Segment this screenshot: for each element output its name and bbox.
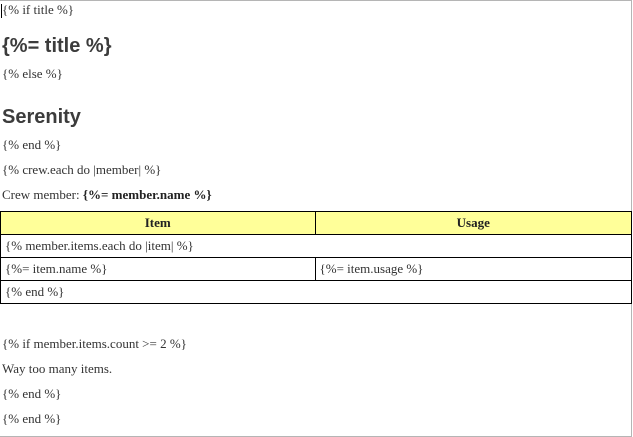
end-line-3[interactable]: {% end %} xyxy=(2,411,61,427)
header-item[interactable]: Item xyxy=(0,211,316,235)
items-table[interactable]: Item Usage {% member.items.each do |item… xyxy=(0,211,632,304)
table-row: {% member.items.each do |item| %} xyxy=(0,234,632,258)
end-line-2[interactable]: {% end %} xyxy=(2,386,61,402)
item-name-cell[interactable]: {%= item.name %} xyxy=(0,257,316,281)
end-line-1[interactable]: {% end %} xyxy=(2,137,61,153)
items-end-cell[interactable]: {% end %} xyxy=(0,280,632,304)
item-usage-cell[interactable]: {%= item.usage %} xyxy=(314,257,632,281)
too-many-items-line[interactable]: Way too many items. xyxy=(2,361,112,377)
table-row: {%= item.name %} {%= item.usage %} xyxy=(0,257,632,281)
crew-member-label: Crew member: xyxy=(2,187,80,202)
if-title-line[interactable]: {% if title %} xyxy=(2,2,74,18)
crew-each-line[interactable]: {% crew.each do |member| %} xyxy=(2,162,161,178)
table-row: {% end %} xyxy=(0,280,632,304)
crew-member-line[interactable]: Crew member: {%= member.name %} xyxy=(2,187,212,203)
table-header-row: Item Usage xyxy=(0,211,632,235)
items-each-cell[interactable]: {% member.items.each do |item| %} xyxy=(0,234,632,258)
member-name-expression: {%= member.name %} xyxy=(82,187,212,202)
serenity-heading[interactable]: Serenity xyxy=(2,105,81,129)
else-line[interactable]: {% else %} xyxy=(2,66,63,82)
header-usage[interactable]: Usage xyxy=(314,211,632,235)
title-expression-heading[interactable]: {%= title %} xyxy=(2,34,111,58)
if-count-line[interactable]: {% if member.items.count >= 2 %} xyxy=(2,336,187,352)
